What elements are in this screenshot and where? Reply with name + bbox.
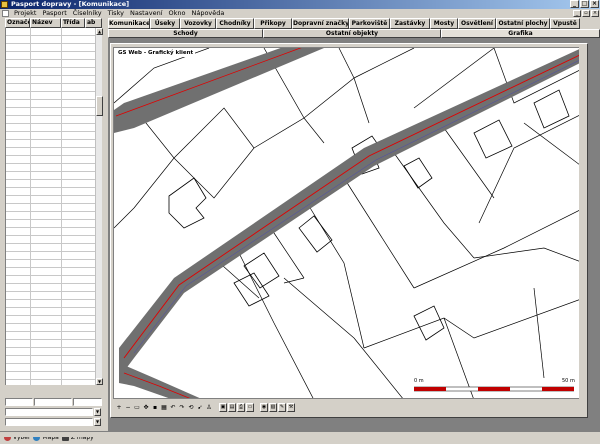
doc-minimize-button[interactable]: _ bbox=[573, 10, 581, 17]
scale-start-label: 0 m bbox=[414, 378, 424, 384]
scroll-down-button[interactable]: ▼ bbox=[96, 378, 103, 385]
tab-zastavky[interactable]: Zastávky bbox=[390, 18, 430, 29]
tab-chodniky[interactable]: Chodníky bbox=[216, 18, 254, 29]
info-icon[interactable]: ♙ bbox=[205, 403, 213, 412]
select-layer-icon[interactable]: ▣ bbox=[219, 402, 227, 412]
measure-icon[interactable]: ▪ bbox=[151, 403, 159, 412]
tab-mosty[interactable]: Mosty bbox=[430, 18, 458, 29]
grid-icon[interactable]: ▦ bbox=[160, 403, 168, 412]
maximize-button[interactable]: □ bbox=[580, 0, 589, 8]
column-nazev[interactable]: Název bbox=[30, 18, 61, 28]
menu-projekt[interactable]: Projekt bbox=[11, 9, 39, 18]
find-icon[interactable]: ◉ bbox=[260, 402, 268, 412]
map-toolbar: + − ▭ ✥ ▪ ▦ ↶ ↷ ⟲ ➹ ♙ ▣ ▤ ⎙ ▭ ◉ ▧ ✎ ⚒ bbox=[113, 401, 585, 413]
menu-tisky[interactable]: Tisky bbox=[105, 9, 127, 18]
filter-field-3[interactable] bbox=[73, 398, 102, 406]
data-grid[interactable] bbox=[5, 28, 95, 385]
filter-select-2[interactable] bbox=[5, 418, 93, 426]
column-ab[interactable]: ab bbox=[85, 18, 102, 28]
tab-prikopy[interactable]: Přikopy bbox=[254, 18, 292, 29]
building-outlines bbox=[168, 89, 570, 341]
left-panel: Označení Název Třída ab ▲ ▼ ▼ bbox=[0, 18, 106, 441]
scale-end-label: 50 m bbox=[562, 378, 575, 384]
filter-field-1[interactable] bbox=[5, 398, 33, 406]
chevron-down-icon[interactable]: ▼ bbox=[94, 418, 101, 426]
tab-grafika[interactable]: Grafika bbox=[441, 29, 600, 38]
tab-dopravni-znacky[interactable]: Dopravní značky bbox=[292, 18, 349, 29]
map-window: GS Web - Grafický klient 0 m 50 m + − ▭ … bbox=[110, 43, 588, 418]
grid-header: Označení Název Třída ab bbox=[5, 18, 102, 28]
pan-icon[interactable]: ✥ bbox=[142, 403, 150, 412]
tab-osvetleni[interactable]: Osvětlení bbox=[458, 18, 496, 29]
status-bar bbox=[0, 431, 600, 437]
cadastral-map bbox=[114, 48, 584, 398]
zoom-out-icon[interactable]: − bbox=[124, 403, 132, 412]
tab-ostatni-plochy[interactable]: Ostatní plochy bbox=[496, 18, 550, 29]
pointer-icon[interactable]: ➹ bbox=[196, 403, 204, 412]
print-icon[interactable]: ⎙ bbox=[237, 402, 245, 412]
map-canvas[interactable]: GS Web - Grafický klient 0 m 50 m bbox=[113, 47, 585, 399]
copy-icon[interactable]: ▧ bbox=[269, 402, 277, 412]
forward-icon[interactable]: ↷ bbox=[178, 403, 186, 412]
scale-bar bbox=[414, 386, 574, 392]
grid-scrollbar[interactable]: ▲ ▼ bbox=[95, 28, 103, 385]
mdi-area: GS Web - Grafický klient 0 m 50 m + − ▭ … bbox=[108, 38, 600, 431]
column-trida[interactable]: Třída bbox=[61, 18, 85, 28]
highlight-icon[interactable]: ✎ bbox=[278, 402, 286, 412]
menu-ciselniky[interactable]: Číselníky bbox=[70, 9, 105, 18]
map-side-bar bbox=[579, 47, 585, 399]
menu-nastaveni[interactable]: Nastavení bbox=[127, 9, 166, 18]
close-button[interactable]: × bbox=[590, 0, 599, 8]
document-icon bbox=[2, 10, 9, 17]
window-title: Pasport dopravy - [Komunikace] bbox=[11, 0, 130, 8]
menu-bar: Projekt Pasport Číselníky Tisky Nastaven… bbox=[0, 9, 600, 18]
menu-pasport[interactable]: Pasport bbox=[39, 9, 69, 18]
back-icon[interactable]: ↶ bbox=[169, 403, 177, 412]
menu-napoveda[interactable]: Nápověda bbox=[188, 9, 227, 18]
tab-komunikace[interactable]: Komunikace bbox=[108, 18, 150, 29]
column-oznaceni[interactable]: Označení bbox=[5, 18, 30, 28]
road-surface bbox=[114, 48, 584, 398]
layer-list-icon[interactable]: ▤ bbox=[228, 402, 236, 412]
module-tabs-row2: Schody Ostatní objekty Grafika bbox=[108, 29, 600, 38]
filter-select-1[interactable] bbox=[5, 408, 93, 416]
tools-icon[interactable]: ⚒ bbox=[287, 402, 295, 412]
doc-close-button[interactable]: × bbox=[591, 10, 599, 17]
scroll-thumb[interactable] bbox=[96, 96, 103, 116]
save-icon[interactable]: ▭ bbox=[246, 402, 254, 412]
filter-controls: ▼ ▼ bbox=[5, 398, 102, 428]
title-bar: Pasport dopravy - [Komunikace] _ □ × bbox=[0, 0, 600, 9]
tab-ostatni-objekty[interactable]: Ostatní objekty bbox=[263, 29, 441, 38]
tab-parkoviste[interactable]: Parkoviště bbox=[349, 18, 390, 29]
tab-schody[interactable]: Schody bbox=[108, 29, 263, 38]
tab-vozovky[interactable]: Vozovky bbox=[180, 18, 216, 29]
grid-lines bbox=[6, 28, 95, 385]
tab-useky[interactable]: Úseky bbox=[150, 18, 180, 29]
zoom-in-icon[interactable]: + bbox=[115, 403, 123, 412]
scroll-up-button[interactable]: ▲ bbox=[96, 28, 103, 35]
tab-vpuste[interactable]: Vpustě bbox=[550, 18, 580, 29]
map-window-title: GS Web - Grafický klient bbox=[116, 49, 196, 57]
zoom-rect-icon[interactable]: ▭ bbox=[133, 403, 141, 412]
minimize-button[interactable]: _ bbox=[570, 0, 579, 8]
chevron-down-icon[interactable]: ▼ bbox=[94, 408, 101, 416]
app-icon bbox=[1, 1, 8, 8]
menu-okno[interactable]: Okno bbox=[166, 9, 189, 18]
module-tabs-row1: Komunikace Úseky Vozovky Chodníky Přikop… bbox=[108, 18, 600, 29]
application-window: Pasport dopravy - [Komunikace] _ □ × Pro… bbox=[0, 0, 600, 441]
filter-field-2[interactable] bbox=[34, 398, 72, 406]
doc-restore-button[interactable]: ▫ bbox=[582, 10, 590, 17]
refresh-icon[interactable]: ⟲ bbox=[187, 403, 195, 412]
